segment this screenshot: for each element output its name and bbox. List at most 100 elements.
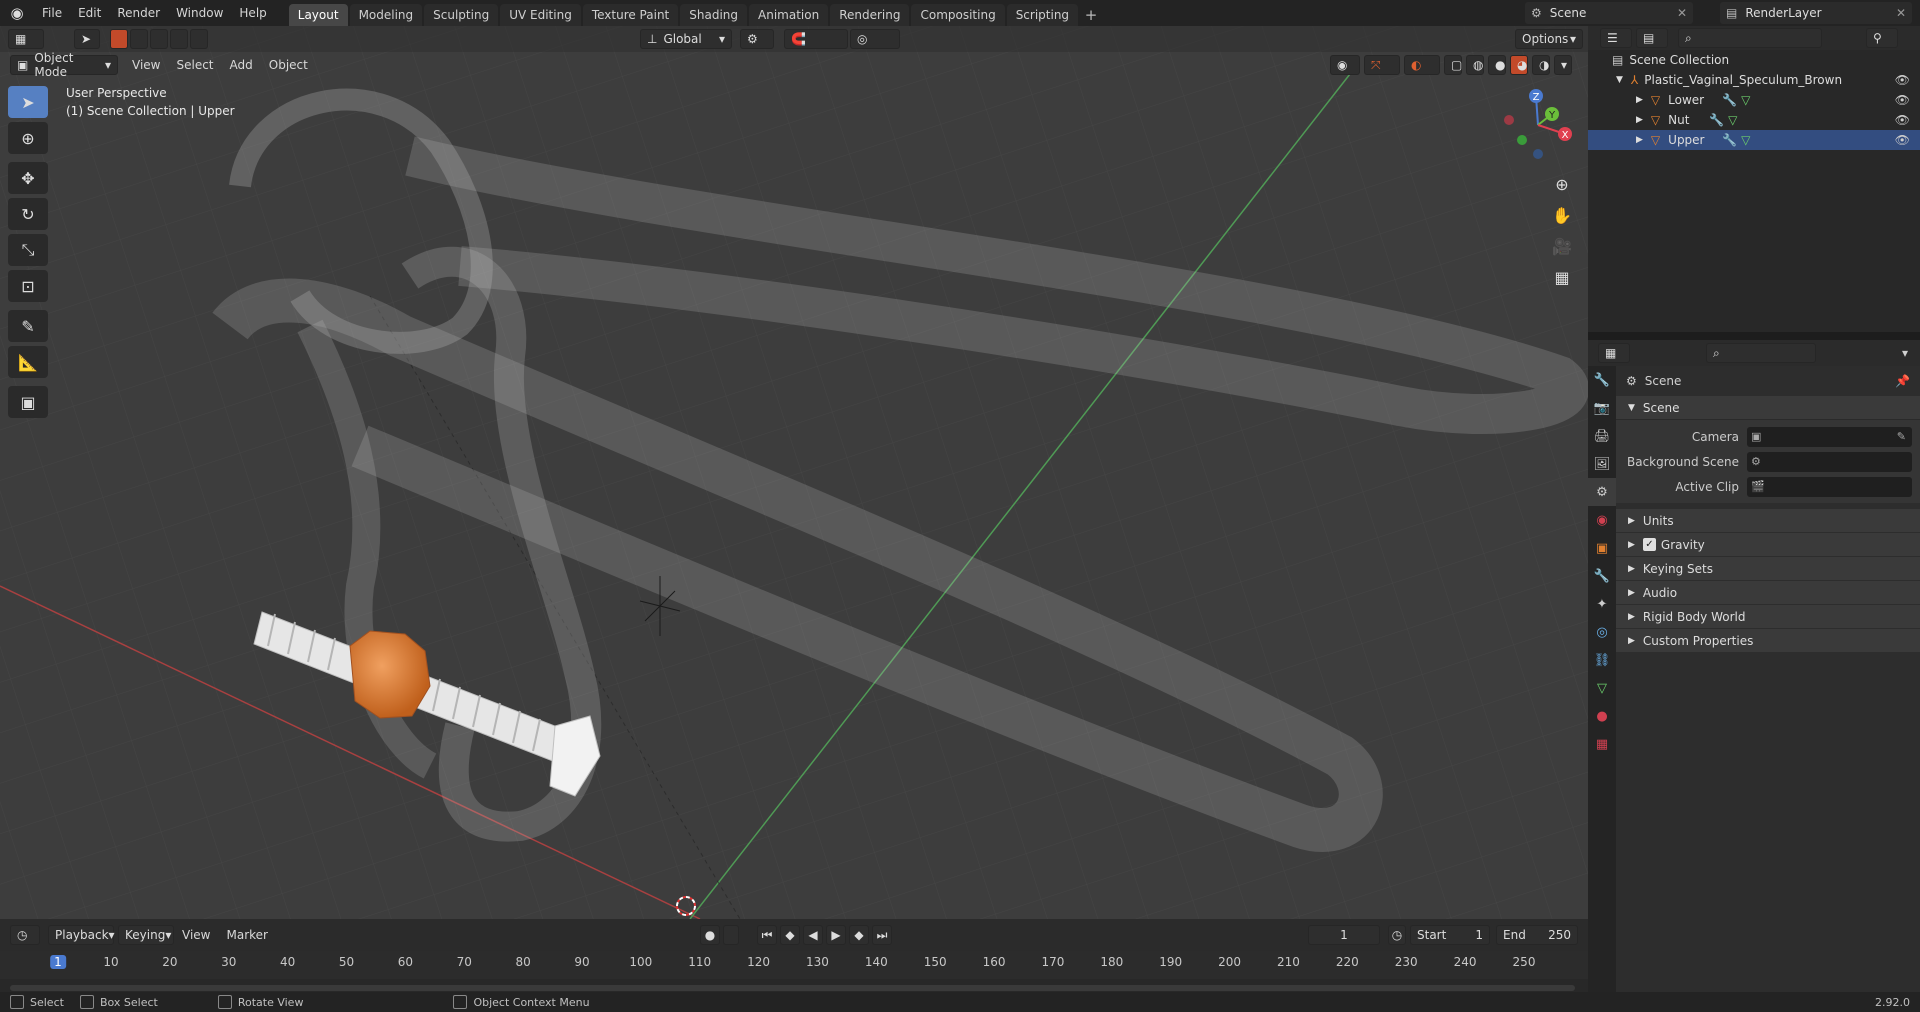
tab-rendering[interactable]: Rendering	[830, 4, 910, 26]
select-subtract-icon[interactable]	[150, 29, 168, 49]
menu-render[interactable]: Render	[109, 0, 168, 26]
menu-window[interactable]: Window	[168, 0, 231, 26]
object-mode-dropdown[interactable]: ▣ Object Mode ▾	[10, 51, 118, 79]
scene-panel-header[interactable]: ▼ Scene	[1616, 396, 1920, 420]
menu-view[interactable]: View	[124, 55, 168, 75]
material-preview-shading-icon[interactable]: ◕	[1510, 55, 1528, 75]
prev-keyframe-icon[interactable]: ◆	[780, 925, 800, 945]
options-dropdown[interactable]: Options ▾	[1515, 29, 1583, 49]
playhead[interactable]: 1	[50, 955, 66, 969]
eye-icon[interactable]: 👁	[1895, 113, 1910, 127]
menu-object[interactable]: Object	[261, 55, 316, 75]
physics-tab-icon[interactable]: ◎	[1588, 618, 1616, 646]
particles-tab-icon[interactable]: ✦	[1588, 590, 1616, 618]
preview-range-icon[interactable]: ◷	[1388, 925, 1406, 945]
solid-shading-icon[interactable]: ●	[1488, 55, 1506, 75]
expand-icon[interactable]: ▶	[1636, 95, 1643, 105]
units-panel-header[interactable]: ▶ Units	[1616, 509, 1920, 533]
annotate-tool-icon[interactable]: ✎	[8, 310, 48, 342]
select-intersect-icon[interactable]	[190, 29, 208, 49]
tab-layout[interactable]: Layout	[288, 4, 348, 26]
editor-type-dropdown[interactable]: ▦	[8, 29, 44, 49]
overlay-toggle-icon[interactable]: ◐	[1404, 55, 1440, 75]
select-invert-icon[interactable]	[170, 29, 188, 49]
select-box-tool-icon[interactable]: ➤	[8, 86, 48, 118]
auto-key-options-icon[interactable]	[723, 925, 739, 945]
scene-tab-icon[interactable]: ⚙	[1588, 478, 1616, 506]
gravity-panel-header[interactable]: ▶ ✓ Gravity	[1616, 533, 1920, 557]
close-icon[interactable]: ✕	[1896, 6, 1906, 20]
eye-icon[interactable]: 👁	[1895, 93, 1910, 107]
add-workspace-icon[interactable]: +	[1080, 4, 1102, 26]
gizmo-toggle-icon[interactable]: ⤧	[1364, 55, 1400, 75]
measure-tool-icon[interactable]: 📐	[8, 346, 48, 378]
filter-icon[interactable]: ⚲	[1866, 28, 1898, 48]
view-layer-tab-icon[interactable]: 🖼	[1588, 450, 1616, 478]
modifier-wrench-icon[interactable]: 🔧	[1722, 133, 1737, 147]
menu-select[interactable]: Select	[168, 55, 221, 75]
record-icon[interactable]: ●	[700, 925, 720, 945]
keying-sets-panel-header[interactable]: ▶ Keying Sets	[1616, 557, 1920, 581]
audio-panel-header[interactable]: ▶ Audio	[1616, 581, 1920, 605]
outliner-root[interactable]: ▤ Scene Collection	[1588, 50, 1920, 70]
outliner-collection[interactable]: ▼ ⅄ Plastic_Vaginal_Speculum_Brown 👁	[1588, 70, 1920, 90]
pin-icon[interactable]: 📌	[1895, 374, 1910, 388]
shading-options-icon[interactable]: ▾	[1554, 55, 1572, 75]
proportional-editing-icon[interactable]: ◎	[850, 29, 900, 49]
timeline-editor-type-icon[interactable]: ◷	[10, 925, 40, 945]
pivot-point-icon[interactable]: ⚙	[740, 29, 774, 49]
outliner-editor-type-icon[interactable]: ☰	[1600, 28, 1632, 48]
world-tab-icon[interactable]: ◉	[1588, 506, 1616, 534]
play-icon[interactable]: ▶	[826, 925, 846, 945]
visibility-icon[interactable]: ◉	[1330, 55, 1360, 75]
select-new-icon[interactable]	[110, 29, 128, 49]
outliner-search-input[interactable]: ⌕	[1678, 28, 1822, 48]
mesh-data-icon[interactable]: ▽	[1741, 133, 1750, 147]
frame-ruler[interactable]: 1 10 20 30 40 50 60 70 80 90 100 110 120 130 140 150 160…	[0, 951, 1588, 979]
menu-add[interactable]: Add	[222, 55, 261, 75]
rendered-shading-icon[interactable]: ◑	[1532, 55, 1550, 75]
active-clip-field[interactable]: 🎬	[1747, 476, 1912, 497]
rotate-tool-icon[interactable]: ↻	[8, 198, 48, 230]
menu-file[interactable]: File	[34, 0, 70, 26]
orientation-dropdown[interactable]: ⊥ Global ▾	[640, 29, 732, 49]
xray-toggle-icon[interactable]: ▢	[1444, 55, 1462, 75]
tab-sculpting[interactable]: Sculpting	[424, 4, 499, 26]
start-frame-field[interactable]: Start 1	[1410, 925, 1490, 945]
rigid-body-world-panel-header[interactable]: ▶ Rigid Body World	[1616, 605, 1920, 629]
camera-field[interactable]: ▣ ✎	[1747, 426, 1912, 447]
modifier-tab-icon[interactable]: 🔧	[1588, 562, 1616, 590]
eye-icon[interactable]: 👁	[1895, 133, 1910, 147]
view-layer-selector[interactable]: ▤ RenderLayer ✕	[1720, 2, 1912, 24]
outliner-object-nut[interactable]: ▶ ▽ Nut 🔧 ▽ 👁	[1588, 110, 1920, 130]
menu-edit[interactable]: Edit	[70, 0, 109, 26]
expand-icon[interactable]: ▶	[1636, 135, 1643, 145]
keying-menu[interactable]: Keying ▾	[118, 925, 174, 945]
transform-tool-icon[interactable]: ⊡	[8, 270, 48, 302]
viewport-scene[interactable]: Z Y X	[0, 26, 1588, 919]
camera-view-icon[interactable]: 🎥	[1548, 232, 1576, 260]
gravity-checkbox[interactable]: ✓	[1642, 538, 1656, 551]
timeline-scrollbar[interactable]	[10, 985, 1575, 991]
pan-hand-icon[interactable]: ✋	[1548, 201, 1576, 229]
background-scene-field[interactable]: ⚙	[1747, 451, 1912, 472]
modifier-wrench-icon[interactable]: 🔧	[1709, 113, 1724, 127]
menu-help[interactable]: Help	[231, 0, 274, 26]
tab-texture-paint[interactable]: Texture Paint	[582, 4, 679, 26]
jump-start-icon[interactable]: ⏮	[757, 925, 777, 945]
next-keyframe-icon[interactable]: ◆	[849, 925, 869, 945]
current-frame-field[interactable]: 1	[1308, 925, 1380, 945]
expand-icon[interactable]: ▼	[1616, 75, 1623, 85]
snapping-icon[interactable]: 🧲	[784, 29, 848, 49]
tab-uv-editing[interactable]: UV Editing	[500, 4, 581, 26]
display-mode-icon[interactable]: ▤	[1636, 28, 1668, 48]
play-reverse-icon[interactable]: ◀	[803, 925, 823, 945]
constraints-tab-icon[interactable]: ⛓	[1588, 646, 1616, 674]
perspective-toggle-icon[interactable]: ▦	[1548, 263, 1576, 291]
material-tab-icon[interactable]: ●	[1588, 702, 1616, 730]
properties-editor-type-icon[interactable]: ▦	[1598, 343, 1630, 363]
modifier-wrench-icon[interactable]: 🔧	[1722, 93, 1737, 107]
expand-icon[interactable]: ▶	[1636, 115, 1643, 125]
scale-tool-icon[interactable]: ⤡	[8, 234, 48, 266]
menu-view[interactable]: View	[174, 925, 218, 945]
